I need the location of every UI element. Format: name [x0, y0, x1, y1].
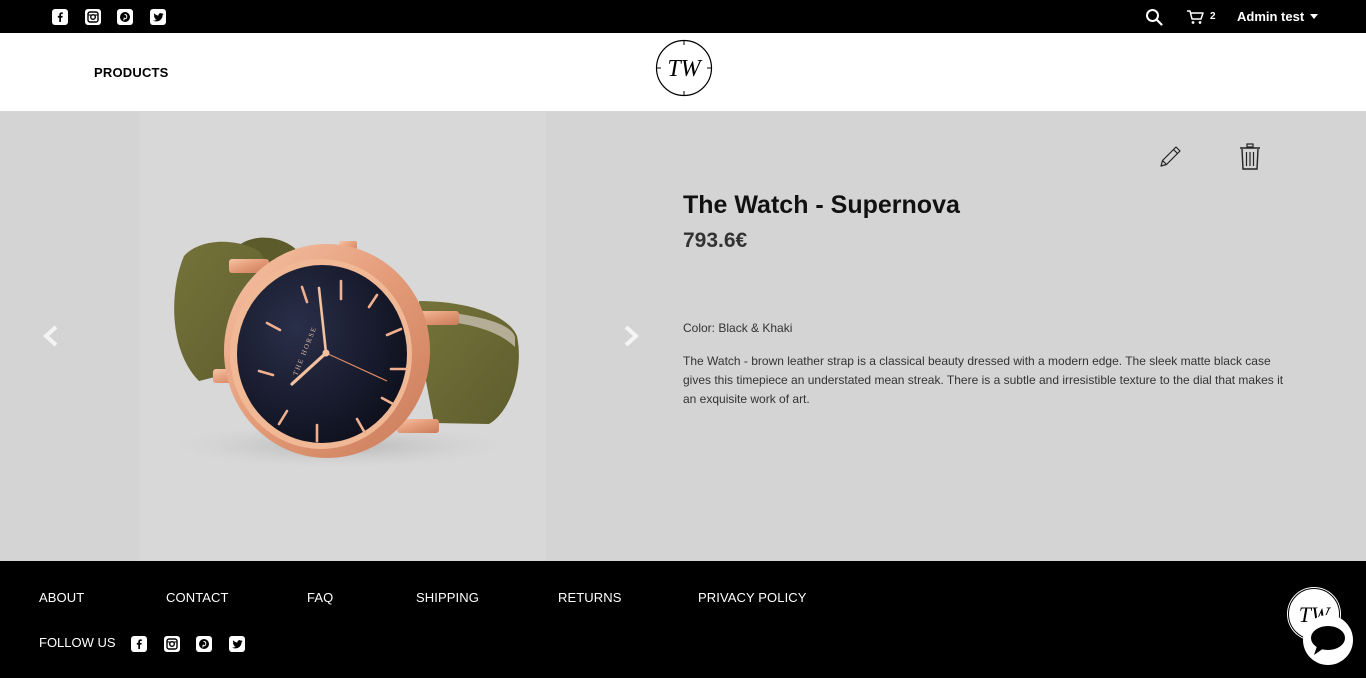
user-menu-dropdown[interactable]: Admin test	[1237, 9, 1319, 24]
footer-link-privacy-policy[interactable]: PRIVACY POLICY	[698, 590, 807, 605]
chevron-down-icon	[1310, 14, 1319, 19]
trash-icon[interactable]	[1239, 143, 1261, 171]
chat-bubble-icon	[1311, 626, 1345, 655]
carousel-prev-arrow[interactable]	[42, 325, 60, 347]
follow-us-label: FOLLOW US	[39, 635, 116, 650]
cart-count-badge: 2	[1210, 11, 1216, 22]
product-title: The Watch - Supernova	[683, 191, 960, 219]
cart-icon[interactable]	[1186, 9, 1204, 25]
twitter-icon[interactable]	[229, 636, 245, 652]
product-description: The Watch - brown leather strap is a cla…	[683, 354, 1284, 406]
product-color: Color: Black & Khaki	[683, 321, 793, 335]
site-logo[interactable]: TW	[655, 39, 713, 97]
product-price: 793.6€	[683, 229, 748, 252]
pinterest-icon[interactable]	[117, 9, 133, 25]
footer-link-faq[interactable]: FAQ	[307, 590, 333, 605]
instagram-icon[interactable]	[164, 636, 180, 652]
product-image: THE HORSE	[139, 111, 546, 561]
footer-link-returns[interactable]: RETURNS	[558, 590, 622, 605]
user-name: Admin test	[1237, 9, 1305, 24]
carousel-next-arrow[interactable]	[622, 325, 640, 347]
footer-link-shipping[interactable]: SHIPPING	[416, 590, 479, 605]
instagram-icon[interactable]	[85, 9, 101, 25]
watch-image: THE HORSE	[169, 237, 519, 468]
product-detail: THE HORSE The Watch - Supernova 793.6€ C…	[0, 111, 1366, 561]
logo-text: TW	[667, 56, 702, 82]
site-header: PRODUCTS TW	[0, 33, 1366, 111]
twitter-icon[interactable]	[150, 9, 166, 25]
footer-link-about[interactable]: ABOUT	[39, 590, 84, 605]
site-footer: ABOUT CONTACT FAQ SHIPPING RETURNS PRIVA…	[0, 561, 1366, 678]
edit-pencil-icon[interactable]	[1157, 144, 1183, 170]
search-icon[interactable]	[1145, 8, 1163, 26]
facebook-icon[interactable]	[131, 636, 147, 652]
facebook-icon[interactable]	[52, 9, 68, 25]
chat-button[interactable]	[1303, 615, 1353, 665]
footer-link-contact[interactable]: CONTACT	[166, 590, 229, 605]
nav-products-link[interactable]: PRODUCTS	[94, 65, 169, 80]
top-bar: 2 Admin test	[0, 0, 1366, 33]
pinterest-icon[interactable]	[196, 636, 212, 652]
